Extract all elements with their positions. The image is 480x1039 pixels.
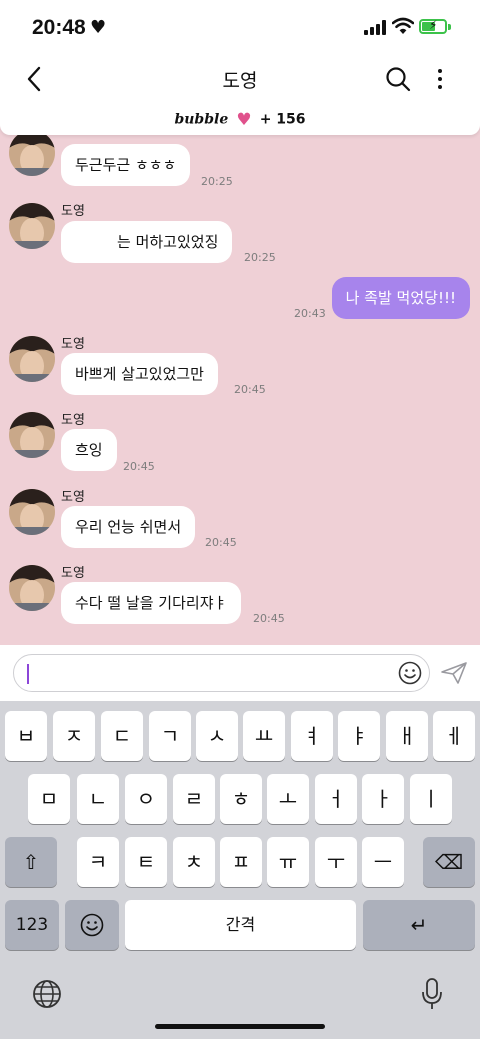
key[interactable]: ㅓ [315,774,357,824]
key[interactable]: ㅜ [315,837,357,887]
bubble-brand: bubble [174,111,229,128]
key[interactable]: ㅛ [243,711,285,761]
key[interactable]: ㅈ [53,711,95,761]
message-bubble[interactable]: 수다 떨 날을 기다리쟈ㅑ [61,582,242,624]
numbers-key[interactable]: 123 [5,900,59,950]
message-bubble[interactable]: 바쁘게 살고있었그만 [61,353,218,395]
wifi-icon [392,17,414,34]
key[interactable]: ㄴ [77,774,119,824]
sender-name: 도영 [61,566,85,581]
key[interactable]: ㄱ [149,711,191,761]
sender-name: 도영 [61,413,85,428]
space-key[interactable]: 간격 [125,900,356,950]
chat-area[interactable]: bubble ♥ + 156 두근두근 ㅎㅎㅎ 20:25 도영 는 머하고있었… [0,104,480,645]
text-cursor [27,664,29,684]
key[interactable]: ㅅ [196,711,238,761]
key[interactable]: ㅏ [362,774,404,824]
sender-name: 도영 [61,204,85,219]
message-time: 20:45 [253,612,285,625]
message-input[interactable] [13,654,430,692]
message-time: 20:25 [244,251,276,264]
avatar[interactable] [9,412,55,458]
more-vertical-icon[interactable] [430,66,450,92]
key[interactable]: ㅣ [410,774,452,824]
delete-key[interactable]: ⌫ [423,837,475,887]
bubble-banner[interactable]: bubble ♥ + 156 [0,104,480,135]
message-bubble[interactable]: 흐잉 [61,429,117,471]
key[interactable]: ㅌ [125,837,167,887]
cellular-signal-icon [364,20,386,35]
key[interactable]: ㅡ [362,837,404,887]
key[interactable]: ㅔ [433,711,475,761]
key[interactable]: ㅂ [5,711,47,761]
battery-tip [448,24,451,30]
message-time: 20:43 [294,307,326,320]
message-time: 20:45 [123,460,155,473]
battery-icon: ⚡ [419,18,447,34]
return-key[interactable]: ↵ [363,900,475,950]
avatar[interactable] [9,203,55,249]
key[interactable]: ㅎ [220,774,262,824]
send-icon[interactable] [440,661,468,685]
microphone-icon[interactable] [421,977,443,1011]
key[interactable]: ㄹ [173,774,215,824]
status-heart-icon: ♥ [90,17,107,38]
bubble-heart-icon: ♥ [236,109,252,130]
key[interactable]: ㅗ [267,774,309,824]
key[interactable]: ㅐ [386,711,428,761]
message-time: 20:45 [234,383,266,396]
message-bubble[interactable]: 우리 언능 쉬면서 [61,506,196,548]
message-input-bar [0,645,480,701]
sender-name: 도영 [61,490,85,505]
key[interactable]: ㅍ [220,837,262,887]
message-time: 20:45 [205,536,237,549]
home-indicator [155,1024,325,1029]
key[interactable]: ㅋ [77,837,119,887]
status-bar: 20:48 ♥ ⚡ [0,0,480,54]
bubble-count: + 156 [259,111,306,128]
chat-header: 도영 [0,54,480,104]
key[interactable]: ㅕ [291,711,333,761]
emoji-key[interactable] [65,900,119,950]
avatar[interactable] [9,130,55,176]
key[interactable]: ㅠ [267,837,309,887]
message-time: 20:25 [201,175,233,188]
sender-name: 도영 [61,337,85,352]
status-time: 20:48 [32,16,86,39]
key[interactable]: ㅑ [338,711,380,761]
message-bubble[interactable]: 는 머하고있었징 [61,221,233,263]
korean-keyboard: ㅂ ㅈ ㄷ ㄱ ㅅ ㅛ ㅕ ㅑ ㅐ ㅔ ㅁ ㄴ ㅇ ㄹ ㅎ ㅗ ㅓ ㅏ ㅣ ⇧ … [0,701,480,1039]
key[interactable]: ㅊ [173,837,215,887]
shift-key[interactable]: ⇧ [5,837,57,887]
avatar[interactable] [9,336,55,382]
emoji-icon [80,913,104,937]
key[interactable]: ㄷ [101,711,143,761]
search-icon[interactable] [385,66,411,92]
emoji-icon[interactable] [398,661,422,685]
avatar[interactable] [9,489,55,535]
globe-icon[interactable] [32,979,62,1009]
avatar[interactable] [9,565,55,611]
message-bubble[interactable]: 두근두근 ㅎㅎㅎ [61,144,191,186]
key[interactable]: ㅇ [125,774,167,824]
my-message-bubble[interactable]: 나 족발 먹었당!!! [331,277,470,319]
key[interactable]: ㅁ [28,774,70,824]
